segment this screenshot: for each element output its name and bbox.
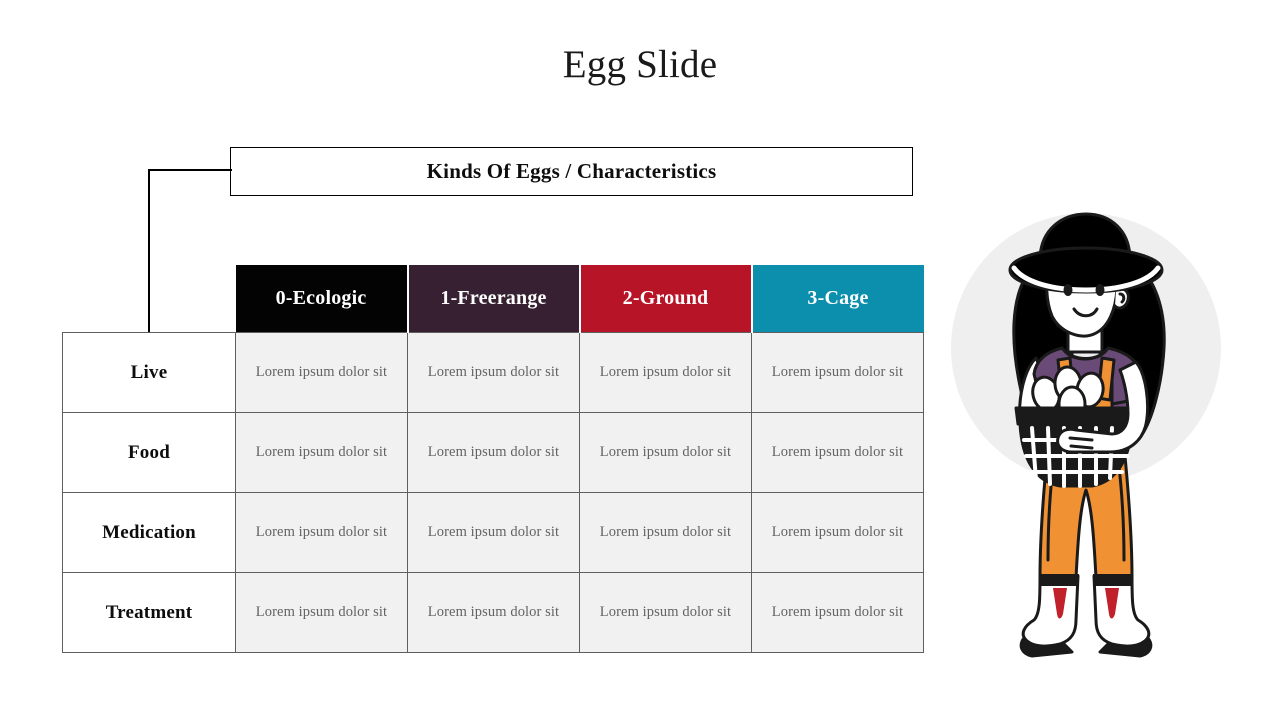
cell-treatment-freerange[interactable]: Lorem ipsum dolor sit [407,572,580,653]
table-header: 0-Ecologic 1-Freerange 2-Ground 3-Cage [63,265,924,333]
table-row: Medication Lorem ipsum dolor sit Lorem i… [62,492,924,573]
left-eye [1063,284,1073,296]
cell-treatment-ground[interactable]: Lorem ipsum dolor sit [579,572,752,653]
table-row: Live Lorem ipsum dolor sit Lorem ipsum d… [62,332,924,413]
basket-rim [1014,406,1138,426]
cell-food-freerange[interactable]: Lorem ipsum dolor sit [407,412,580,493]
table-body: Live Lorem ipsum dolor sit Lorem ipsum d… [62,332,924,653]
characteristics-table: 0-Ecologic 1-Freerange 2-Ground 3-Cage L… [62,265,924,653]
cell-treatment-cage[interactable]: Lorem ipsum dolor sit [751,572,924,653]
hand-finger-1 [1068,436,1094,442]
cell-medication-freerange[interactable]: Lorem ipsum dolor sit [407,492,580,573]
hand-finger-2 [1069,444,1094,450]
banner-label: Kinds Of Eggs / Characteristics [426,159,717,183]
table-row: Treatment Lorem ipsum dolor sit Lorem ip… [62,572,924,653]
cell-live-cage[interactable]: Lorem ipsum dolor sit [751,332,924,413]
banner-box: Kinds Of Eggs / Characteristics [230,147,913,196]
table-header-row: 0-Ecologic 1-Freerange 2-Ground 3-Cage [63,265,924,333]
cell-medication-cage[interactable]: Lorem ipsum dolor sit [751,492,924,573]
cell-medication-ecologic[interactable]: Lorem ipsum dolor sit [235,492,408,573]
column-header-2-ground[interactable]: 2-Ground [579,265,753,333]
column-header-3-cage[interactable]: 3-Cage [751,265,924,333]
boot-left [1021,574,1080,648]
boots-group [1019,574,1153,658]
boot-right [1092,574,1151,648]
table-corner-spacer [63,265,236,333]
farmer-woman-illustration [940,208,1232,660]
connector-horizontal-segment [148,169,232,171]
boot-right-cuff [1093,574,1133,586]
cell-food-ground[interactable]: Lorem ipsum dolor sit [579,412,752,493]
hat-brim [1008,246,1164,294]
cell-food-cage[interactable]: Lorem ipsum dolor sit [751,412,924,493]
table-row: Food Lorem ipsum dolor sit Lorem ipsum d… [62,412,924,493]
cell-live-ecologic[interactable]: Lorem ipsum dolor sit [235,332,408,413]
cell-live-ground[interactable]: Lorem ipsum dolor sit [579,332,752,413]
cell-medication-ground[interactable]: Lorem ipsum dolor sit [579,492,752,573]
row-label-live: Live [62,332,236,413]
row-label-medication: Medication [62,492,236,573]
column-header-1-freerange[interactable]: 1-Freerange [407,265,581,333]
right-eye [1095,284,1105,296]
row-label-treatment: Treatment [62,572,236,653]
row-label-food: Food [62,412,236,493]
column-header-0-ecologic[interactable]: 0-Ecologic [235,265,409,333]
page-title: Egg Slide [562,43,718,86]
cell-food-ecologic[interactable]: Lorem ipsum dolor sit [235,412,408,493]
cell-treatment-ecologic[interactable]: Lorem ipsum dolor sit [235,572,408,653]
cell-live-freerange[interactable]: Lorem ipsum dolor sit [407,332,580,413]
boot-left-cuff [1039,574,1079,586]
